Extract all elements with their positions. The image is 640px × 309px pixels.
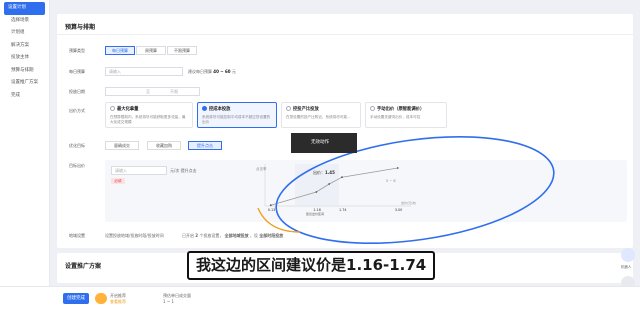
tooltip-popup: 无效动作 [291,133,357,153]
data-point [341,176,343,179]
sidebar-item-done[interactable]: 完成 [0,90,49,103]
bid-option-desc: 在预算限制内，系统将尽可能获取更多流量，最大化成交规模 [110,115,186,124]
bid-option-max-volume[interactable]: 最大化拿量 在预算限制内，系统将尽可能获取更多流量，最大化成交规模 [105,102,193,128]
region-label: 地域设置 [69,233,85,238]
recommend-toggle-sub[interactable]: 查看推荐 [110,299,126,305]
tooltip-text: 无效动作 [311,140,329,145]
region-all-time-link[interactable]: 全部时段投放 [259,233,283,238]
current-bid-value: 1.45 [325,170,335,175]
bid-option-title: 控投产比投放 [293,107,319,112]
region-all-area-link[interactable]: 全部地域投放 [225,233,249,238]
robot-icon[interactable] [621,248,635,262]
create-done-button[interactable]: 创建完成 [63,293,89,304]
budget-hint-prefix: 建议每日预算 [188,69,212,74]
bid-curve-chart: 点击率 出价(元/次) 0.13 1.16 1.74 3.00 出价：1.45 5 ~… [256,164,416,216]
summary-value: 1 ~ 1 [163,299,174,304]
sidebar-item-subject[interactable]: 投放主体 [0,52,49,65]
schedule-label: 投放日期 [69,89,85,94]
bid-option-control-roi[interactable]: 控投产比投放 在您设置的投产比附近，系统将尽可能... [281,102,361,128]
bid-panel: 请输入 元/次 提升点击 必填 点击率 出价(元/次) 0.13 1.16 1.74… [105,160,627,222]
region-note: 已开启 2 个投放设置， 全部地域投放 ，设 全部时段投放 [182,233,283,239]
bid-option-desc: 手动设置关键词出价，成本可控 [370,115,421,119]
current-bid-prefix: 出价： [313,169,325,175]
sidebar-item-promo-plan[interactable]: 设置推广方案 [0,77,49,90]
recommend-toggle-icon[interactable] [95,293,107,304]
budget-type-daily[interactable]: 每日预算 [105,46,135,55]
region-note-count: 2 [195,233,199,238]
sidebar-item-plan-settings[interactable]: 设置计划 [4,2,45,15]
x-tick-label: 3.00 [395,208,403,212]
bid-target-click[interactable]: 提升点击 [188,141,222,150]
bid-option-desc: 在您设置的投产比附近，系统将尽可能... [286,115,351,119]
x-axis-label: 出价(元/次) [401,200,416,205]
schedule-end: 不限 [170,89,178,94]
bid-option-title: 手动出价（原智能调价） [377,107,425,112]
sidebar-item-plan-group[interactable]: 计划组 [0,27,49,40]
bid-value-label: 目标出价 [69,163,85,168]
x-tick-label: 1.74 [339,208,347,212]
data-point [396,167,399,169]
budget-hint: 建议每日预算 40 ~ 60 元 [188,69,236,75]
radio-icon [370,106,375,111]
sidebar-item-scene[interactable]: 选择场景 [0,15,49,28]
sidebar-item-budget[interactable]: 预算与排期 [0,65,49,78]
plan-section-title: 设置推广方案 [65,263,102,270]
x-tick-label: 0.13 [268,208,276,212]
bid-target-label: 优化目标 [69,143,85,148]
range-label: 建议出价区间 [306,211,324,216]
current-bid-label: 出价：1.45 [313,169,335,175]
bid-option-manual[interactable]: 手动出价（原智能调价） 手动设置关键词出价，成本可控 [365,102,447,128]
data-point [269,204,272,207]
region-note-prefix: 已开启 [182,233,194,238]
budget-type-label: 预算类型 [69,48,85,53]
schedule-range-input[interactable]: 至 不限 [105,87,200,96]
daily-budget-label: 每日预算 [69,69,85,74]
section-title: 预算与排期 [65,24,96,31]
region-note-mid2: ，设 [249,233,258,238]
bid-option-control-cost[interactable]: 控成本投放 系统将尽可能控制平均成本不超过您设置的出价 [197,102,277,128]
budget-hint-value: 40 ~ 60 [213,69,231,74]
sidebar-item-solution[interactable]: 解决方案 [0,40,49,53]
right-floating-bar: 机器人 反馈 [616,0,640,309]
video-subtitle: 我这边的区间建议价是1.16-1.74 [187,251,436,280]
bid-target-favorite[interactable]: 收藏加购 [147,141,181,150]
budget-type-unlimited[interactable]: 不限预算 [167,46,197,55]
region-setting-link[interactable]: 设置投放地域/投放时段/投放时间 [105,233,164,239]
range-note: 5 ~ 8 [386,179,396,183]
schedule-sep: 至 [146,89,150,94]
region-note-mid: 个投放设置， [199,233,224,238]
radio-icon [202,106,207,111]
required-tag: 必填 [111,178,125,184]
budget-hint-unit: 元 [231,69,236,74]
y-axis-label: 点击率 [256,166,267,171]
bid-target-deal[interactable]: 量确成交 [105,141,139,150]
divider [57,34,633,35]
bottom-bar: 创建完成 开启推荐 查看推荐 预估单日成交量 1 ~ 1 [0,286,640,309]
data-point [315,191,318,193]
budget-type-weekly[interactable]: 周预算 [136,46,166,55]
bid-value-input[interactable]: 请输入 [111,166,167,175]
bid-method-label: 出价方式 [69,108,85,113]
sidebar: 设置计划 选择场景 计划组 解决方案 投放主体 预算与排期 设置推广方案 完成 [0,0,50,309]
bid-option-desc: 系统将尽可能控制平均成本不超过您设置的出价 [202,115,271,124]
data-point [328,183,331,185]
robot-label: 机器人 [621,265,632,269]
bid-option-title: 控成本投放 [209,107,231,112]
daily-budget-input[interactable]: 请输入 [105,67,183,76]
radio-icon [110,106,115,111]
radio-icon [286,106,291,111]
bid-option-title: 最大化拿量 [117,107,139,112]
bid-value-unit: 元/次 提升点击 [170,168,197,173]
